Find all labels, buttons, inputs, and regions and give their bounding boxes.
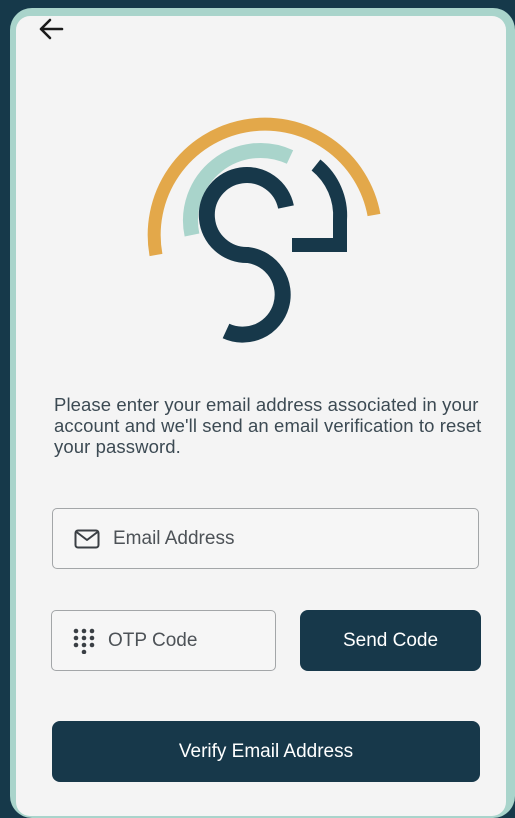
email-field[interactable] xyxy=(52,508,479,569)
envelope-icon xyxy=(67,529,107,549)
arrow-left-icon[interactable] xyxy=(36,16,66,42)
logo-hook xyxy=(292,159,348,252)
instruction-text: Please enter your email address associat… xyxy=(54,394,482,457)
verify-email-button[interactable]: Verify Email Address xyxy=(52,721,480,782)
brand-logo xyxy=(147,117,381,343)
keypad-icon xyxy=(66,628,102,654)
send-code-button[interactable]: Send Code xyxy=(300,610,481,671)
logo-s-mark xyxy=(198,167,294,343)
otp-field[interactable] xyxy=(51,610,276,671)
otp-input[interactable] xyxy=(108,611,275,670)
email-input[interactable] xyxy=(113,509,478,568)
